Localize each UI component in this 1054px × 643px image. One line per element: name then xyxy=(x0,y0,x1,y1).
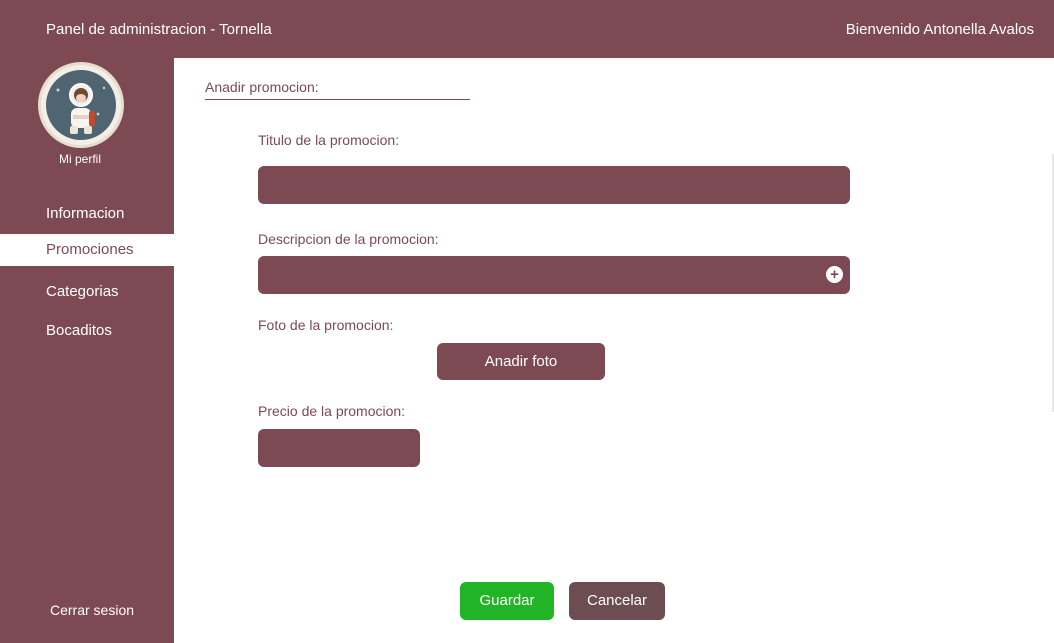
sidebar-item-informacion[interactable]: Informacion xyxy=(0,198,174,230)
sidebar-item-bocaditos[interactable]: Bocaditos xyxy=(0,315,174,347)
welcome-message: Bienvenido Antonella Avalos xyxy=(845,21,1034,38)
section-title: Anadir promocion: xyxy=(205,79,470,100)
cancel-button[interactable]: Cancelar xyxy=(569,582,665,620)
photo-field-label: Foto de la promocion: xyxy=(258,317,394,333)
description-input[interactable]: + xyxy=(258,256,850,294)
sidebar-item-categorias[interactable]: Categorias xyxy=(0,276,174,308)
sidebar: Mi perfil Informacion Promociones Catego… xyxy=(0,58,174,643)
price-input[interactable] xyxy=(258,429,420,467)
sidebar-item-promociones[interactable]: Promociones xyxy=(0,234,174,266)
logout-link[interactable]: Cerrar sesion xyxy=(50,602,134,618)
avatar[interactable] xyxy=(38,62,124,148)
profile-link[interactable]: Mi perfil xyxy=(0,152,160,166)
price-field-label: Precio de la promocion: xyxy=(258,403,406,419)
app-title: Panel de administracion - Tornella xyxy=(46,21,272,38)
add-icon[interactable]: + xyxy=(826,266,843,283)
main-content: Anadir promocion: Titulo de la promocion… xyxy=(174,58,1054,643)
header-bar: Panel de administracion - Tornella Bienv… xyxy=(0,0,1054,58)
astronaut-icon xyxy=(56,83,106,134)
description-field-label: Descripcion de la promocion: xyxy=(258,231,439,247)
avatar-image xyxy=(46,70,116,140)
title-field-label: Titulo de la promocion: xyxy=(258,132,400,148)
title-input[interactable] xyxy=(258,166,850,204)
save-button[interactable]: Guardar xyxy=(460,582,554,620)
add-photo-button[interactable]: Anadir foto xyxy=(437,343,605,380)
